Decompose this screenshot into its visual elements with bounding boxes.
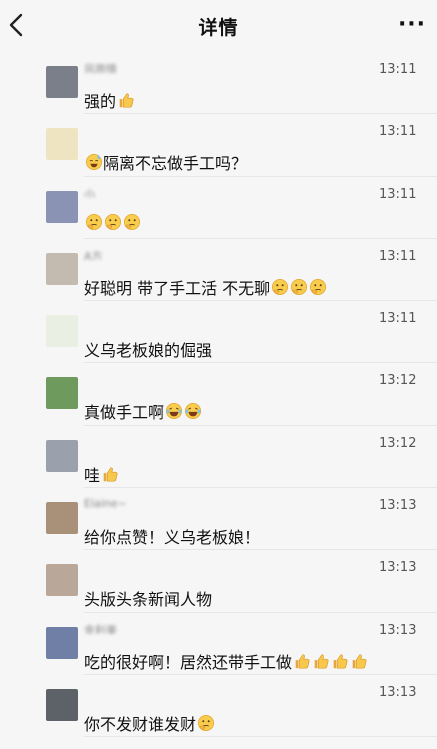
comment-time: 13:11 [379, 62, 417, 77]
comment-time: 13:11 [379, 186, 417, 202]
avatar[interactable] [46, 439, 78, 472]
comment-time: 13:11 [379, 311, 417, 327]
commenter-name[interactable] [84, 123, 174, 135]
divider [84, 736, 437, 738]
commenter-name[interactable]: A方 [84, 248, 174, 260]
thinking-face-icon [197, 714, 215, 732]
comment-text: 真做手工啊 [84, 403, 165, 423]
thumbs-up-icon [293, 652, 311, 670]
comment-text: 好聪明 带了手工活 不无聊 [84, 278, 271, 298]
comment-item[interactable]: 金利美 13:13 吃的很好啊！居然还带手工做 [0, 613, 437, 675]
avatar[interactable] [46, 626, 78, 659]
comment-item[interactable]: 13:13 头版头条新闻人物 [0, 550, 437, 613]
comment-time: 13:13 [379, 498, 417, 514]
avatar[interactable] [46, 377, 78, 410]
avatar[interactable] [46, 564, 78, 597]
thinking-face-icon [271, 278, 289, 296]
avatar[interactable] [46, 252, 78, 285]
thumbs-up-icon [101, 465, 119, 483]
page-title: 详情 [198, 16, 239, 39]
chevron-left-icon [9, 13, 23, 37]
comment-text-row: 隔离不忘做手工吗？ [84, 150, 247, 174]
comment-item[interactable]: 小 13:11 [0, 177, 437, 239]
thinking-face-icon [309, 278, 327, 296]
comment-text-row: 头版头条新闻人物 [84, 586, 212, 610]
avatar[interactable] [46, 66, 78, 98]
thumbs-up-icon [331, 652, 349, 670]
comment-text: 给你点赞！义乌老板娘！ [84, 528, 261, 548]
comment-text: 强的 [84, 92, 117, 111]
commenter-name[interactable] [84, 372, 174, 384]
comment-text-row: 吃的很好啊！居然还带手工做 [84, 649, 368, 673]
comment-item[interactable]: Elaine~ 13:13 给你点赞！义乌老板娘！ [0, 488, 437, 551]
comment-text-row [84, 213, 141, 231]
thinking-face-icon [290, 278, 308, 296]
thumbs-up-icon [350, 652, 368, 670]
comment-text-row: 强的 [84, 88, 135, 112]
commenter-name[interactable]: Elaine~ [84, 497, 174, 509]
comment-item[interactable]: 13:12 哇 [0, 426, 437, 489]
avatar[interactable] [46, 315, 78, 348]
avatar[interactable] [46, 502, 78, 535]
comment-list: 风雨情 13:11 强的 13:11 隔离不忘做手工吗？ 小 13:11 A方 13:11 好聪明… [0, 52, 437, 738]
thinking-face-icon [85, 213, 103, 231]
commenter-name[interactable] [84, 684, 174, 696]
comment-item[interactable]: A方 13:11 好聪明 带了手工活 不无聊 [0, 239, 437, 302]
laughing-tears-icon [184, 402, 202, 420]
comment-item[interactable]: 13:11 义乌老板娘的倔强 [0, 301, 437, 364]
avatar[interactable] [46, 688, 78, 721]
comment-text: 头版头条新闻人物 [84, 590, 213, 610]
avatar[interactable] [46, 128, 78, 161]
comment-text-row: 义乌老板娘的倔强 [84, 337, 212, 361]
comment-text-row: 你不发财谁发财 [84, 711, 215, 735]
comment-text-row: 哇 [84, 462, 119, 486]
thinking-face-icon [123, 213, 141, 231]
top-bar: 详情 ··· [0, 0, 437, 52]
comment-text-row: 好聪明 带了手工活 不无聊 [84, 275, 327, 299]
comment-time: 13:13 [379, 560, 417, 576]
laughing-tears-icon [165, 402, 183, 420]
commenter-name[interactable] [84, 435, 174, 447]
back-button[interactable] [2, 8, 30, 42]
comment-time: 13:11 [379, 248, 417, 264]
comment-text: 吃的很好啊！居然还带手工做 [84, 652, 293, 672]
comment-item[interactable]: 风雨情 13:11 强的 [0, 52, 437, 115]
commenter-name[interactable]: 风雨情 [84, 61, 174, 73]
comment-item[interactable]: 13:11 隔离不忘做手工吗？ [0, 114, 437, 177]
comment-time: 13:12 [379, 373, 417, 389]
commenter-name[interactable]: 小 [84, 186, 174, 198]
sweat-smile-icon [85, 153, 103, 171]
commenter-name[interactable]: 金利美 [84, 622, 174, 634]
thumbs-up-icon [312, 652, 330, 670]
comment-time: 13:11 [379, 124, 417, 140]
comment-time: 13:12 [379, 435, 417, 451]
thumbs-up-icon [117, 91, 135, 109]
comment-text-row: 真做手工啊 [84, 399, 202, 423]
commenter-name[interactable] [84, 559, 174, 571]
comment-item[interactable]: 13:12 真做手工啊 [0, 363, 437, 426]
comment-text: 义乌老板娘的倔强 [84, 341, 213, 361]
more-button[interactable]: ··· [397, 10, 427, 38]
commenter-name[interactable] [84, 310, 174, 322]
comment-text-row: 给你点赞！义乌老板娘！ [84, 524, 260, 548]
avatar[interactable] [46, 190, 78, 223]
more-icon: ··· [397, 11, 427, 37]
comment-text: 哇 [84, 465, 101, 485]
comment-time: 13:13 [379, 684, 417, 700]
comment-text: 隔离不忘做手工吗？ [103, 154, 248, 174]
thinking-face-icon [104, 213, 122, 231]
comment-time: 13:13 [379, 622, 417, 638]
comment-item[interactable]: 13:13 你不发财谁发财 [0, 675, 437, 738]
comment-text: 你不发财谁发财 [84, 714, 197, 734]
